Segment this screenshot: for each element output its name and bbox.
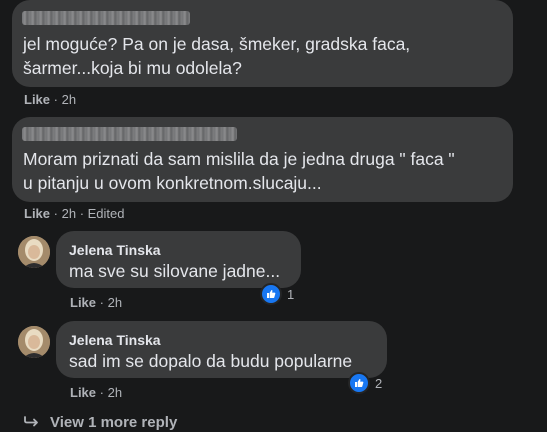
separator-dot: · bbox=[79, 206, 88, 221]
reply-author[interactable]: Jelena Tinska bbox=[69, 332, 161, 348]
like-button[interactable]: Like bbox=[70, 295, 96, 310]
reaction-count: 1 bbox=[287, 286, 295, 302]
timestamp[interactable]: 2h bbox=[108, 385, 122, 400]
comment-text-line: šarmer...koja bi mu odolela? bbox=[23, 58, 242, 78]
separator-dot: · bbox=[99, 295, 108, 310]
reaction-summary[interactable]: 2 bbox=[348, 372, 382, 394]
reply-meta: Like · 2h bbox=[70, 385, 122, 400]
comment-text-line: u pitanju u ovom konkretnom.slucaju... bbox=[23, 173, 322, 193]
like-button[interactable]: Like bbox=[24, 206, 50, 221]
comment-thread: jel moguće? Pa on je dasa, šmeker, grads… bbox=[0, 0, 547, 432]
thumbs-up-icon bbox=[260, 283, 282, 305]
thumbs-up-icon bbox=[348, 372, 370, 394]
reaction-summary[interactable]: 1 bbox=[260, 283, 294, 305]
view-more-replies-link[interactable]: View 1 more reply bbox=[24, 414, 177, 431]
timestamp[interactable]: 2h bbox=[62, 206, 76, 221]
reply-meta: Like · 2h bbox=[70, 295, 122, 310]
like-button[interactable]: Like bbox=[24, 92, 50, 107]
separator-dot: · bbox=[53, 92, 62, 107]
like-button[interactable]: Like bbox=[70, 385, 96, 400]
redacted-author-name bbox=[22, 11, 190, 25]
view-more-replies-label: View 1 more reply bbox=[50, 414, 178, 431]
edited-label[interactable]: Edited bbox=[88, 206, 125, 221]
redacted-author-name bbox=[22, 127, 237, 141]
separator-dot: · bbox=[53, 206, 62, 221]
reply-author[interactable]: Jelena Tinska bbox=[69, 242, 161, 258]
timestamp[interactable]: 2h bbox=[108, 295, 122, 310]
comment-text-line: jel moguće? Pa on je dasa, šmeker, grads… bbox=[23, 34, 411, 54]
comment-meta: Like · 2h · Edited bbox=[24, 206, 125, 221]
comment-text-line: Moram priznati da sam mislila da je jedn… bbox=[23, 149, 455, 169]
timestamp[interactable]: 2h bbox=[62, 92, 76, 107]
avatar[interactable] bbox=[18, 326, 50, 358]
reply-arrow-icon bbox=[24, 414, 40, 431]
reply-text: sad im se dopalo da budu popularne bbox=[69, 351, 353, 371]
reaction-count: 2 bbox=[375, 375, 383, 391]
reply-text: ma sve su silovane jadne... bbox=[69, 261, 281, 281]
avatar[interactable] bbox=[18, 236, 50, 268]
comment-meta: Like · 2h bbox=[24, 92, 76, 107]
separator-dot: · bbox=[99, 385, 108, 400]
